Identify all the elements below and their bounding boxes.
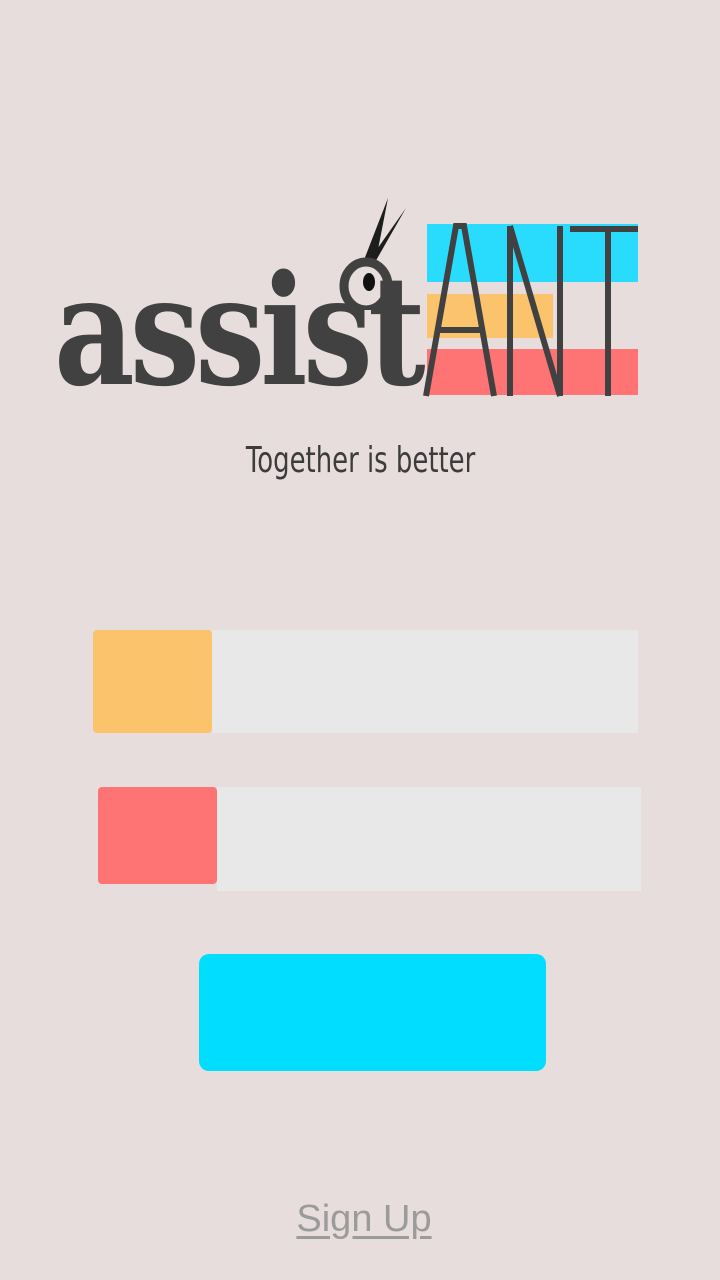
tagline: Together is better [245,440,476,481]
password-row [98,787,641,891]
email-color-tab [93,630,212,733]
login-button[interactable] [199,954,546,1071]
sign-up-link[interactable]: Sign Up [0,1198,720,1241]
app-logo: assist [0,0,720,420]
logo-ant-letters [420,222,650,398]
email-row [93,630,638,734]
ant-antenna-icon [330,190,420,310]
password-field[interactable] [217,787,641,891]
email-field[interactable] [212,630,638,733]
password-color-tab [98,787,217,884]
